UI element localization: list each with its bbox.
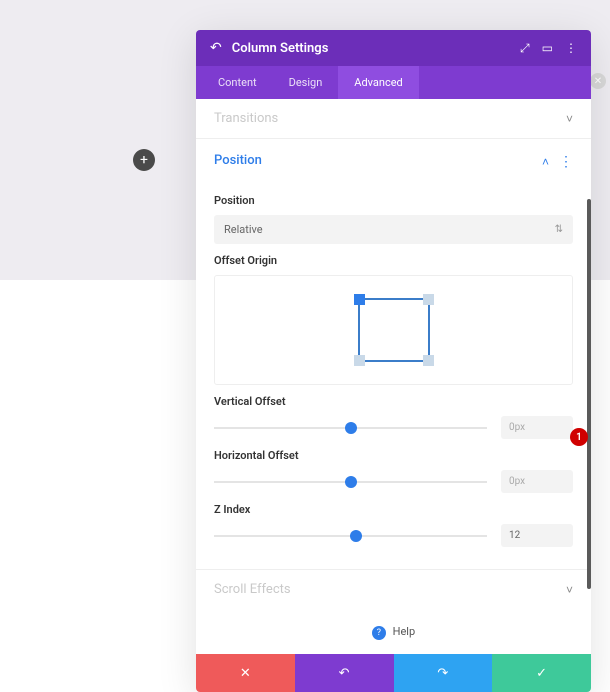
close-icon: ✕ bbox=[240, 666, 251, 681]
section-title-transitions: Transitions bbox=[214, 111, 278, 126]
z-index-row: 12 bbox=[214, 524, 573, 547]
position-select-value: Relative bbox=[224, 223, 263, 236]
modal-footer: ✕ ↶ ↷ ✓ bbox=[196, 654, 591, 692]
chevron-down-icon: ˅ bbox=[566, 583, 573, 597]
slider-thumb[interactable] bbox=[345, 476, 357, 488]
scrollbar[interactable] bbox=[587, 199, 591, 589]
origin-handle-top-left[interactable] bbox=[354, 294, 365, 305]
section-more-icon[interactable]: ⋮ bbox=[559, 154, 573, 170]
panel-layout-icon[interactable]: ▭ bbox=[542, 41, 553, 55]
origin-handle-top-right[interactable] bbox=[423, 294, 434, 305]
redo-icon: ↷ bbox=[437, 666, 448, 681]
tab-advanced[interactable]: Advanced bbox=[338, 66, 418, 99]
help-label: Help bbox=[393, 625, 416, 638]
vertical-offset-slider[interactable] bbox=[214, 427, 487, 429]
label-offset-origin: Offset Origin bbox=[214, 254, 573, 267]
position-select[interactable]: Relative ⇅ bbox=[214, 215, 573, 244]
origin-handle-bottom-right[interactable] bbox=[423, 355, 434, 366]
section-scroll-effects[interactable]: Scroll Effects ˅ bbox=[196, 569, 591, 609]
section-position-header[interactable]: Position ˄ ⋮ bbox=[196, 139, 591, 182]
back-icon[interactable]: ↶ bbox=[210, 40, 222, 56]
z-index-slider[interactable] bbox=[214, 535, 487, 537]
section-transitions[interactable]: Transitions ˅ bbox=[196, 99, 591, 139]
check-icon: ✓ bbox=[536, 666, 547, 681]
tab-content[interactable]: Content bbox=[202, 66, 273, 99]
label-horizontal-offset: Horizontal Offset bbox=[214, 449, 573, 462]
undo-button[interactable]: ↶ bbox=[295, 654, 394, 692]
expand-icon[interactable]: ⤢ bbox=[520, 41, 530, 56]
header-actions: ⤢ ▭ ⋮ bbox=[520, 41, 577, 56]
more-menu-icon[interactable]: ⋮ bbox=[565, 41, 577, 55]
horizontal-offset-slider[interactable] bbox=[214, 481, 487, 483]
tab-design[interactable]: Design bbox=[273, 66, 339, 99]
section-title-position: Position bbox=[214, 153, 262, 168]
redo-button[interactable]: ↷ bbox=[394, 654, 493, 692]
section-title-scroll-effects: Scroll Effects bbox=[214, 582, 291, 597]
modal-title: Column Settings bbox=[232, 41, 510, 56]
label-z-index: Z Index bbox=[214, 503, 573, 516]
help-icon: ? bbox=[372, 626, 386, 640]
help-link[interactable]: ? Help bbox=[196, 609, 591, 654]
confirm-button[interactable]: ✓ bbox=[492, 654, 591, 692]
label-vertical-offset: Vertical Offset bbox=[214, 395, 573, 408]
modal-header: ↶ Column Settings ⤢ ▭ ⋮ bbox=[196, 30, 591, 66]
select-chevron-icon: ⇅ bbox=[555, 224, 563, 235]
origin-square bbox=[358, 298, 430, 362]
z-index-input[interactable]: 12 bbox=[501, 524, 573, 547]
chevron-up-icon: ˄ bbox=[542, 155, 549, 169]
annotation-callout-1: 1 bbox=[570, 428, 588, 446]
slider-thumb[interactable] bbox=[350, 530, 362, 542]
exit-visual-builder-icon[interactable]: ✕ bbox=[590, 73, 606, 89]
origin-handle-bottom-left[interactable] bbox=[354, 355, 365, 366]
offset-origin-picker bbox=[214, 275, 573, 385]
vertical-offset-row: 0px bbox=[214, 416, 573, 439]
slider-thumb[interactable] bbox=[345, 422, 357, 434]
vertical-offset-input[interactable]: 0px bbox=[501, 416, 573, 439]
chevron-down-icon: ˅ bbox=[566, 112, 573, 126]
label-position: Position bbox=[214, 194, 573, 207]
section-position-content: Position Relative ⇅ Offset Origin Vertic… bbox=[196, 182, 591, 569]
tabs: Content Design Advanced bbox=[196, 66, 591, 99]
cancel-button[interactable]: ✕ bbox=[196, 654, 295, 692]
plus-icon: + bbox=[140, 152, 148, 168]
horizontal-offset-row: 0px bbox=[214, 470, 573, 493]
horizontal-offset-input[interactable]: 0px bbox=[501, 470, 573, 493]
add-module-button[interactable]: + bbox=[133, 149, 155, 171]
undo-icon: ↶ bbox=[339, 666, 350, 681]
panel-body: Transitions ˅ Position ˄ ⋮ Position Rela… bbox=[196, 99, 591, 654]
